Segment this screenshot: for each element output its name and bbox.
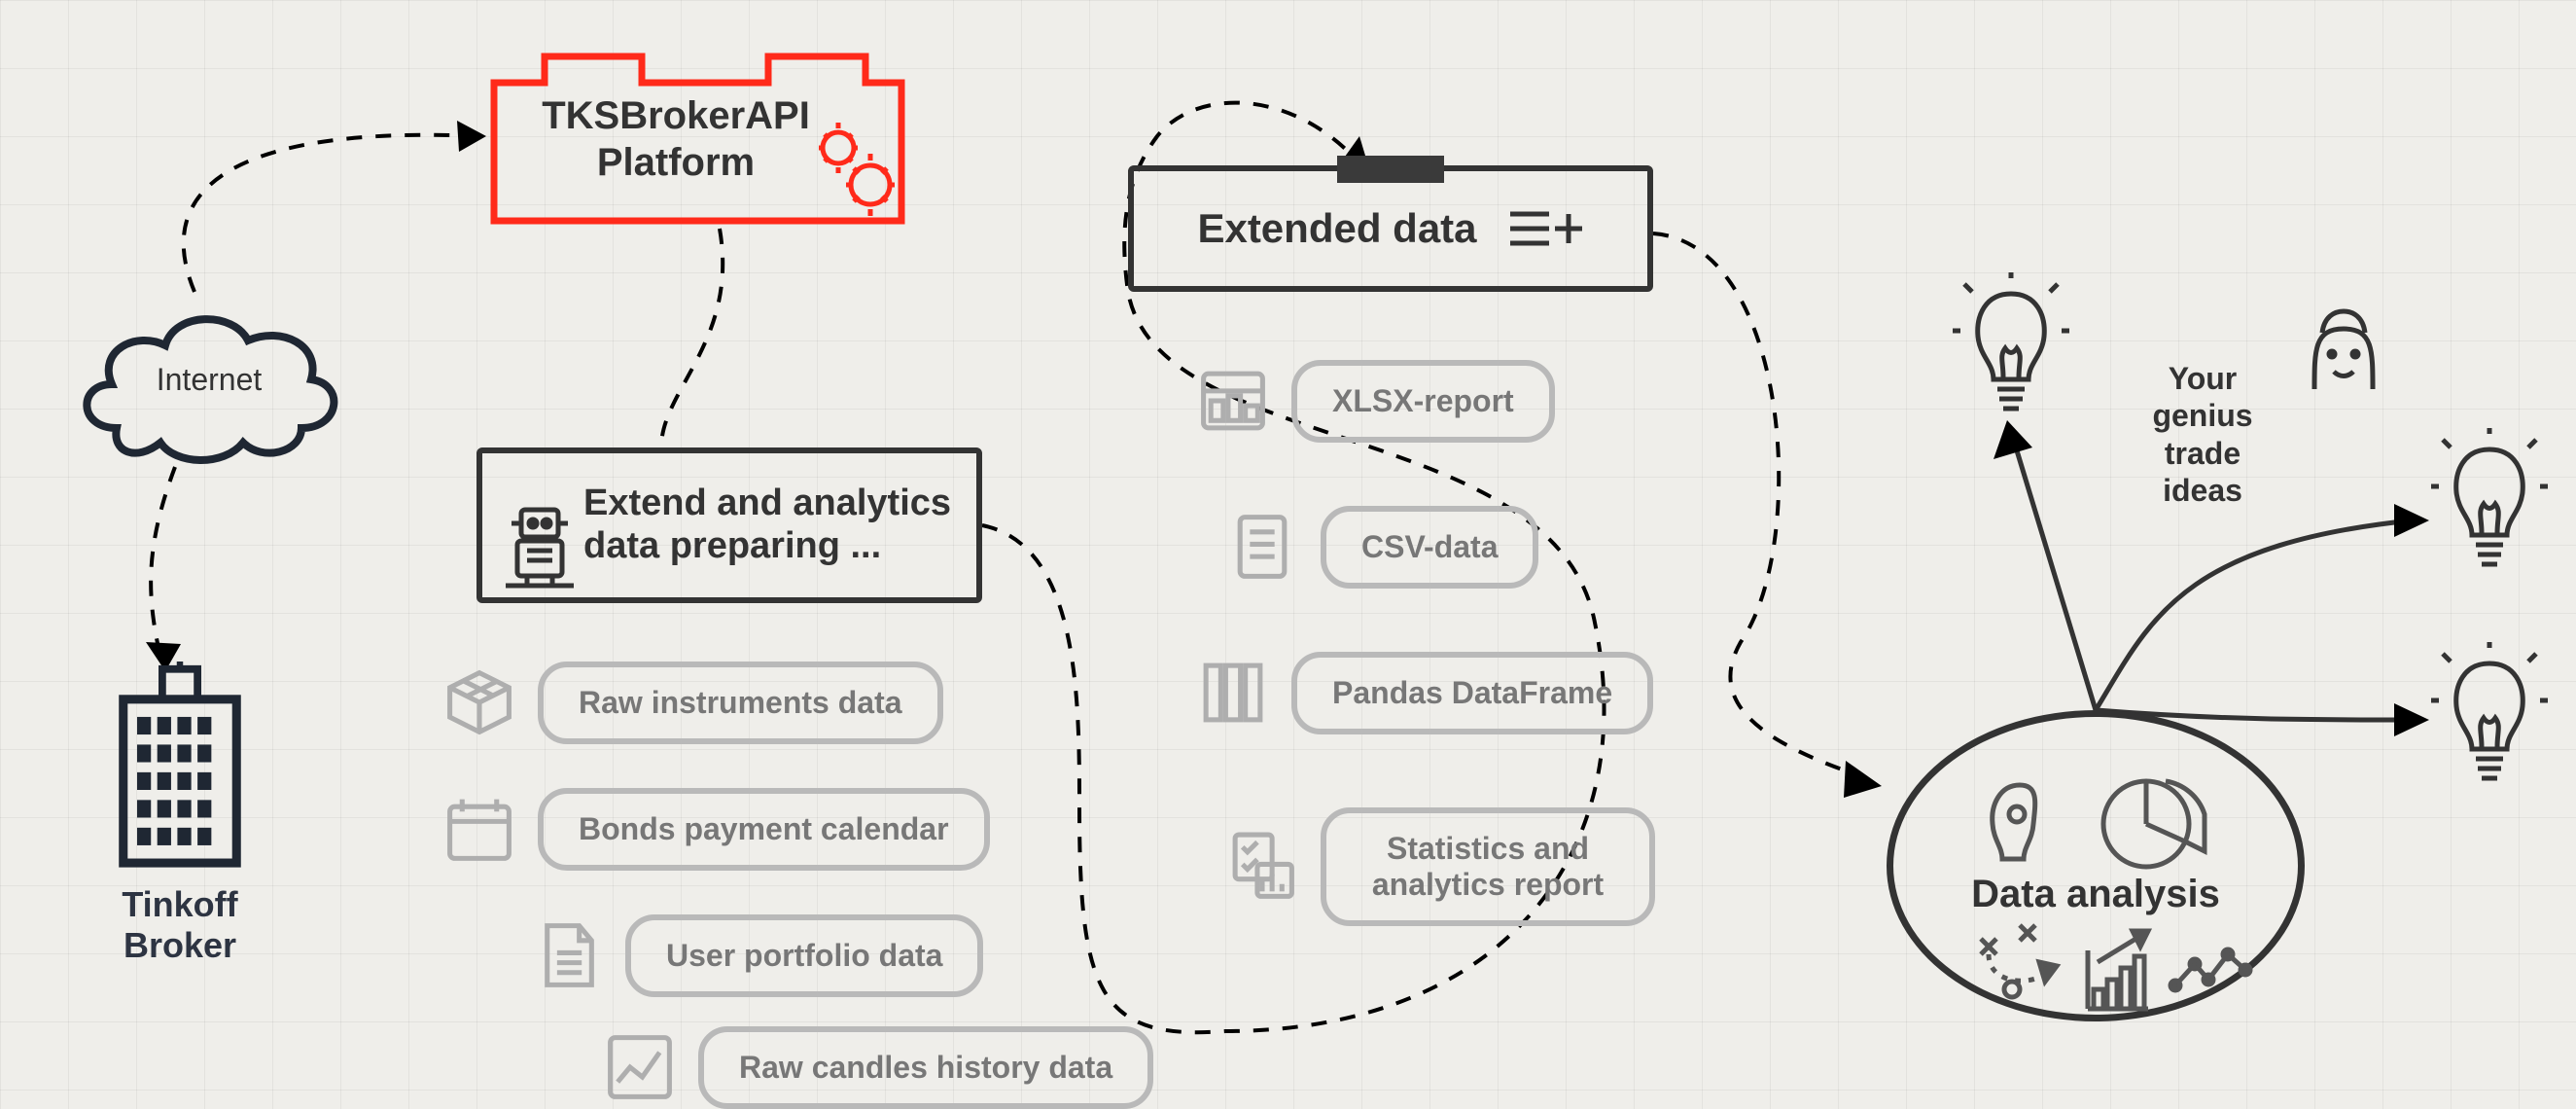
row-pandas: Pandas DataFrame xyxy=(1196,652,1653,734)
genius-ideas-label: Your genius trade ideas xyxy=(2130,360,2276,510)
robot-icon xyxy=(500,504,578,591)
analysis-title: Data analysis xyxy=(1893,873,2298,916)
document-icon xyxy=(530,918,604,992)
pill-raw-instruments: Raw instruments data xyxy=(538,662,943,744)
broker-building: Tinkoff Broker xyxy=(97,662,263,914)
pill-csv: CSV-data xyxy=(1321,506,1538,589)
extend-title-2: data preparing ... xyxy=(583,525,881,566)
report-icon xyxy=(1225,830,1299,904)
extended-box: Extended data xyxy=(1128,165,1653,292)
pill-pandas: Pandas DataFrame xyxy=(1291,652,1653,734)
calendar-icon xyxy=(442,792,516,866)
cube-icon xyxy=(442,665,516,739)
xlsx-icon xyxy=(1196,364,1270,438)
face-icon xyxy=(2295,302,2392,399)
pill-stats: Statistics andanalytics report xyxy=(1321,807,1655,926)
pill-bonds-calendar: Bonds payment calendar xyxy=(538,788,990,871)
internet-label: Internet xyxy=(68,362,350,398)
internet-cloud: Internet xyxy=(68,292,350,467)
row-raw-instruments: Raw instruments data xyxy=(442,662,943,744)
tape-decoration xyxy=(1337,156,1444,183)
row-bonds-calendar: Bonds payment calendar xyxy=(442,788,990,871)
analysis-oval: Data analysis xyxy=(1887,710,2305,1021)
list-plus-icon xyxy=(1506,204,1584,253)
extend-box: Extend and analytics data preparing ... xyxy=(476,447,982,603)
columns-icon xyxy=(1196,656,1270,730)
extend-title-1: Extend and analytics xyxy=(583,483,951,523)
platform-title-2: Platform xyxy=(597,141,755,184)
pill-candles: Raw candles history data xyxy=(698,1026,1153,1109)
broker-label: Tinkoff Broker xyxy=(97,884,263,966)
row-xlsx: XLSX-report xyxy=(1196,360,1555,443)
pill-xlsx: XLSX-report xyxy=(1291,360,1555,443)
lightbulb-icon xyxy=(1953,272,2069,428)
csv-icon xyxy=(1225,510,1299,584)
row-stats: Statistics andanalytics report xyxy=(1225,807,1655,926)
lightbulb-icon xyxy=(2431,428,2548,584)
chart-square-icon xyxy=(603,1030,677,1104)
extended-title: Extended data xyxy=(1197,205,1476,252)
platform-box: TKSBrokerAPI Platform xyxy=(486,39,909,229)
row-candles: Raw candles history data xyxy=(603,1026,1153,1109)
platform-title-1: TKSBrokerAPI xyxy=(542,94,810,137)
pill-portfolio: User portfolio data xyxy=(625,914,983,997)
row-portfolio: User portfolio data xyxy=(530,914,983,997)
lightbulb-icon xyxy=(2431,642,2548,798)
row-csv: CSV-data xyxy=(1225,506,1538,589)
